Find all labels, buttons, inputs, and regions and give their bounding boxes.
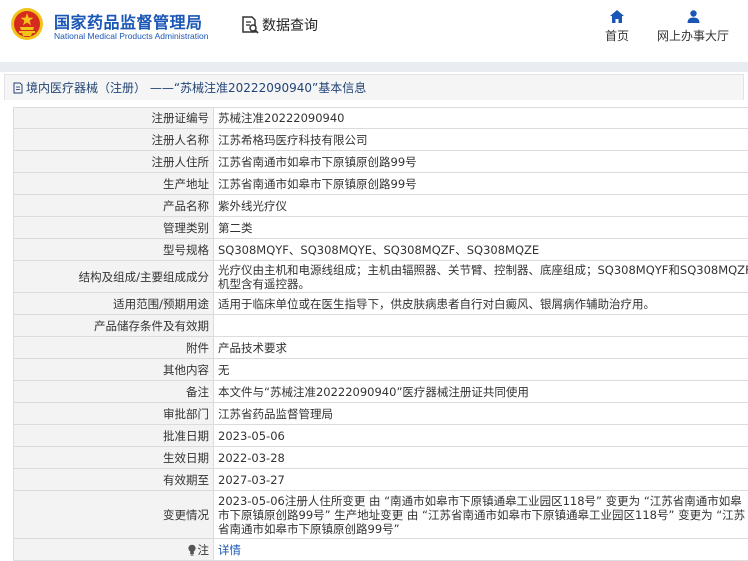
note-label: 注 — [198, 543, 210, 557]
row-label: 附件 — [14, 337, 214, 359]
site-name-en[interactable]: National Medical Products Administration — [54, 31, 209, 41]
table-row: 生产地址江苏省南通市如皋市下原镇原创路99号 — [14, 173, 748, 195]
table-row: 适用范围/预期用途适用于临床单位或在医生指导下，供皮肤病患者自行对白癜风、银屑病… — [14, 293, 748, 315]
row-label: 生产地址 — [14, 173, 214, 195]
document-search-icon — [240, 15, 260, 35]
user-icon — [687, 10, 700, 23]
row-value: 2027-03-27 — [214, 469, 748, 491]
table-row: 注册人住所江苏省南通市如皋市下原镇原创路99号 — [14, 151, 748, 173]
table-row: 注册证编号苏械注准20222090940 — [14, 108, 748, 129]
row-label: 其他内容 — [14, 359, 214, 381]
row-label: 结构及组成/主要组成成分 — [14, 261, 214, 293]
nav-online-service-hall-label[interactable]: 网上办事大厅 — [657, 29, 729, 43]
row-label: 生效日期 — [14, 447, 214, 469]
row-label: 注册人名称 — [14, 129, 214, 151]
row-label: 适用范围/预期用途 — [14, 293, 214, 315]
table-row: 注 详情 — [14, 539, 748, 561]
row-label: 备注 — [14, 381, 214, 403]
row-label: 型号规格 — [14, 239, 214, 261]
table-row: 有效期至2027-03-27 — [14, 469, 748, 491]
table-row: 产品储存条件及有效期 — [14, 315, 748, 337]
table-row: 生效日期2022-03-28 — [14, 447, 748, 469]
row-label: 审批部门 — [14, 403, 214, 425]
row-value: 光疗仪由主机和电源线组成；主机由辐照器、关节臂、控制器、底座组成；SQ308MQ… — [214, 261, 748, 293]
device-info-table: 注册证编号苏械注准20222090940 注册人名称江苏希格玛医疗科技有限公司 … — [13, 107, 748, 561]
row-value: 产品技术要求 — [214, 337, 748, 359]
table-row: 附件产品技术要求 — [14, 337, 748, 359]
nav-home-label[interactable]: 首页 — [605, 29, 629, 43]
document-icon — [12, 82, 24, 94]
row-label: 有效期至 — [14, 469, 214, 491]
row-value: 适用于临床单位或在医生指导下，供皮肤病患者自行对白癜风、银屑病作辅助治疗用。 — [214, 293, 748, 315]
row-value: 本文件与“苏械注准20222090940”医疗器械注册证共同使用 — [214, 381, 748, 403]
row-value: 江苏希格玛医疗科技有限公司 — [214, 129, 748, 151]
header-divider-band — [0, 62, 748, 72]
table-row: 批准日期2023-05-06 — [14, 425, 748, 447]
row-value: 江苏省南通市如皋市下原镇原创路99号 — [214, 173, 748, 195]
table-row: 产品名称紫外线光疗仪 — [14, 195, 748, 217]
data-query-label: 数据查询 — [262, 15, 318, 35]
table-row: 管理类别第二类 — [14, 217, 748, 239]
row-label: 注册证编号 — [14, 108, 214, 129]
site-name-cn[interactable]: 国家药品监督管理局 — [54, 9, 203, 33]
row-label: 变更情况 — [14, 491, 214, 539]
row-value: 江苏省南通市如皋市下原镇原创路99号 — [214, 151, 748, 173]
row-label: 产品名称 — [14, 195, 214, 217]
row-label: 管理类别 — [14, 217, 214, 239]
row-label: 注册人住所 — [14, 151, 214, 173]
home-icon — [610, 10, 624, 23]
row-value — [214, 315, 748, 337]
row-value: SQ308MQYF、SQ308MQYE、SQ308MQZF、SQ308MQZE — [214, 239, 748, 261]
row-value: 2023-05-06注册人住所变更 由 “南通市如皋市下原镇通皋工业园区118号… — [214, 491, 748, 539]
row-value: 2022-03-28 — [214, 447, 748, 469]
nav-home[interactable]: 首页 — [598, 10, 636, 44]
table-row: 变更情况2023-05-06注册人住所变更 由 “南通市如皋市下原镇通皋工业园区… — [14, 491, 748, 539]
breadcrumb-text: 境内医疗器械（注册） ——“苏械注准20222090940”基本信息 — [26, 79, 366, 96]
breadcrumb: 境内医疗器械（注册） ——“苏械注准20222090940”基本信息 — [4, 74, 744, 100]
row-label: 批准日期 — [14, 425, 214, 447]
row-label: 产品储存条件及有效期 — [14, 315, 214, 337]
table-row: 其他内容无 — [14, 359, 748, 381]
table-row: 注册人名称江苏希格玛医疗科技有限公司 — [14, 129, 748, 151]
table-row: 结构及组成/主要组成成分光疗仪由主机和电源线组成；主机由辐照器、关节臂、控制器、… — [14, 261, 748, 293]
row-value: 江苏省药品监督管理局 — [214, 403, 748, 425]
row-value: 第二类 — [214, 217, 748, 239]
row-value: 2023-05-06 — [214, 425, 748, 447]
nav-online-service-hall[interactable]: 网上办事大厅 — [650, 10, 736, 44]
note-label-cell: 注 — [14, 539, 214, 561]
row-value: 苏械注准20222090940 — [214, 108, 748, 129]
table-row: 型号规格SQ308MQYF、SQ308MQYE、SQ308MQZF、SQ308M… — [14, 239, 748, 261]
table-row: 备注本文件与“苏械注准20222090940”医疗器械注册证共同使用 — [14, 381, 748, 403]
row-value: 紫外线光疗仪 — [214, 195, 748, 217]
national-emblem-icon — [10, 7, 44, 41]
data-query-title: 数据查询 — [240, 13, 318, 37]
table-row: 审批部门江苏省药品监督管理局 — [14, 403, 748, 425]
row-value: 无 — [214, 359, 748, 381]
note-value-cell: 详情 — [214, 539, 748, 561]
site-header: 国家药品监督管理局 National Medical Products Admi… — [0, 0, 748, 62]
detail-link[interactable]: 详情 — [218, 543, 241, 557]
lightbulb-icon — [187, 544, 197, 556]
